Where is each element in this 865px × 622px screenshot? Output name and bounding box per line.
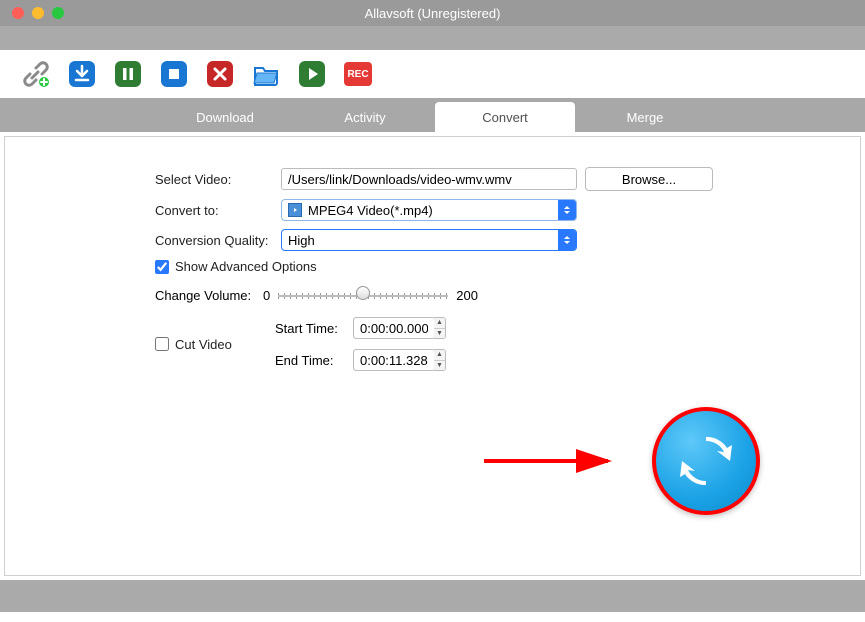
tab-bar: Download Activity Convert Merge [0,98,865,132]
cut-video-checkbox[interactable] [155,337,169,351]
end-time-stepper[interactable]: ▲▼ [434,349,446,371]
window-minimize-button[interactable] [32,7,44,19]
convert-refresh-icon [676,431,736,491]
quality-label: Conversion Quality: [155,233,281,248]
end-time-input[interactable] [353,349,435,371]
stop-icon[interactable] [160,60,188,88]
start-time-input[interactable] [353,317,435,339]
tab-download[interactable]: Download [155,102,295,132]
tab-convert[interactable]: Convert [435,102,575,132]
convert-to-value: MPEG4 Video(*.mp4) [308,203,433,218]
start-time-label: Start Time: [275,321,345,336]
volume-slider[interactable] [278,289,448,303]
show-advanced-label: Show Advanced Options [175,259,317,274]
select-video-label: Select Video: [155,172,281,187]
pause-icon[interactable] [114,60,142,88]
window-close-button[interactable] [12,7,24,19]
chevron-updown-icon [558,200,576,220]
title-bar: Allavsoft (Unregistered) [0,0,865,26]
convert-panel: Select Video: Browse... Convert to: MPEG… [4,136,861,576]
record-button[interactable]: REC [344,62,372,86]
start-time-stepper[interactable]: ▲▼ [434,317,446,339]
convert-to-select[interactable]: MPEG4 Video(*.mp4) [281,199,577,221]
cut-video-label: Cut Video [175,337,232,352]
quality-select[interactable]: High [281,229,577,251]
toolbar: REC [0,50,865,98]
open-folder-icon[interactable] [252,60,280,88]
play-icon[interactable] [298,60,326,88]
paste-url-icon[interactable] [22,60,50,88]
start-convert-button[interactable] [652,407,760,515]
tab-activity[interactable]: Activity [295,102,435,132]
select-video-input[interactable] [281,168,577,190]
volume-max: 200 [456,288,478,303]
tab-merge[interactable]: Merge [575,102,715,132]
delete-icon[interactable] [206,60,234,88]
end-time-label: End Time: [275,353,345,368]
video-format-icon [288,203,302,217]
window-title: Allavsoft (Unregistered) [365,6,501,21]
slider-thumb-icon[interactable] [356,286,370,300]
window-zoom-button[interactable] [52,7,64,19]
volume-label: Change Volume: [155,288,255,303]
quality-value: High [288,233,315,248]
chevron-updown-icon [558,230,576,250]
annotation-arrow-icon [480,449,620,473]
browse-button[interactable]: Browse... [585,167,713,191]
bottom-bar [0,580,865,612]
download-icon[interactable] [68,60,96,88]
show-advanced-checkbox[interactable] [155,260,169,274]
convert-to-label: Convert to: [155,203,281,218]
volume-min: 0 [263,288,270,303]
